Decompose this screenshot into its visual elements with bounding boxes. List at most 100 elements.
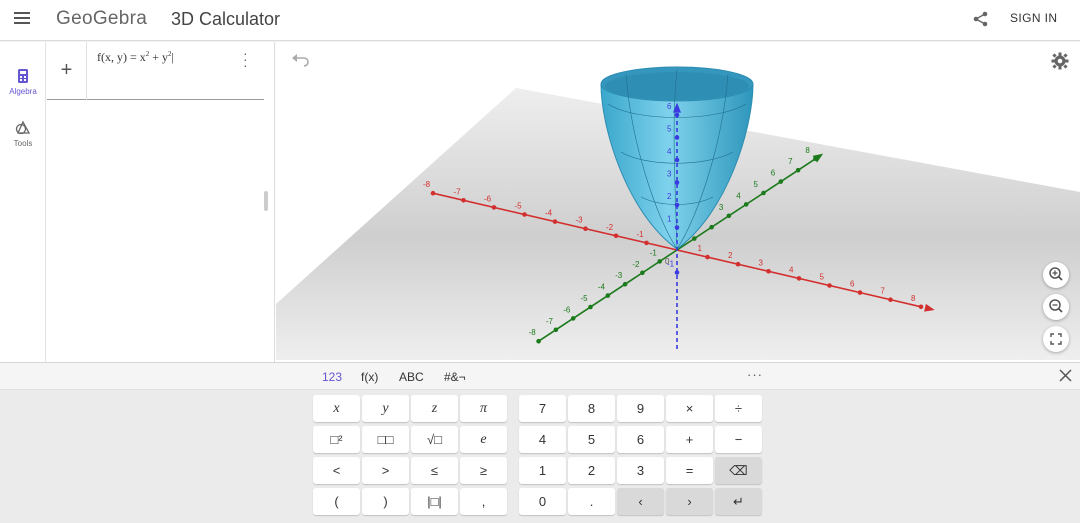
- expression-prefix: f(x, y) = x: [97, 50, 146, 64]
- x-axis-tick-dot: [461, 198, 466, 203]
- key-open-paren[interactable]: (: [313, 488, 360, 515]
- rail-item-tools[interactable]: Tools: [0, 120, 46, 148]
- tools-icon: [15, 120, 31, 135]
- x-axis-tick-label: 1: [698, 244, 703, 253]
- keyboard-tab-abc[interactable]: ABC: [399, 370, 424, 384]
- key-multiply[interactable]: ×: [666, 395, 713, 422]
- z-axis-tick-dot: [674, 135, 680, 140]
- key-2[interactable]: 2: [568, 457, 615, 484]
- key-abs[interactable]: |□|: [411, 488, 458, 515]
- key-less-equal[interactable]: ≤: [411, 457, 458, 484]
- keyboard-more-button[interactable]: ···: [747, 367, 763, 382]
- y-axis-tick-dot: [761, 190, 766, 196]
- zoom-out-icon: [1049, 299, 1063, 313]
- x-axis-tick-dot: [705, 254, 710, 260]
- y-axis-tick-label: 6: [771, 169, 776, 178]
- y-axis-tick-dot: [640, 270, 645, 276]
- key-decimal[interactable]: .: [568, 488, 615, 515]
- key-pi[interactable]: π: [460, 395, 507, 422]
- undo-icon[interactable]: [291, 54, 309, 68]
- backspace-key[interactable]: ⌫: [715, 457, 762, 484]
- panel-resize-handle[interactable]: [264, 191, 268, 211]
- key-sqrt[interactable]: √□: [411, 426, 458, 453]
- virtual-keyboard: x y z π 7 8 9 × ÷ □² □□ √□ e 4 5 6 + − <…: [0, 390, 1080, 523]
- zoom-in-button[interactable]: [1043, 262, 1069, 288]
- zoom-out-button[interactable]: [1043, 294, 1069, 320]
- keyboard-tab-functions[interactable]: f(x): [361, 370, 378, 384]
- x-axis-tick-dot: [918, 304, 924, 310]
- calculator-icon: [18, 69, 28, 83]
- key-9[interactable]: 9: [617, 395, 664, 422]
- key-z[interactable]: z: [411, 395, 458, 422]
- rail-item-algebra[interactable]: Algebra: [0, 68, 46, 96]
- settings-gear-icon[interactable]: [1051, 52, 1069, 70]
- y-axis-tick-dot: [726, 213, 732, 219]
- key-comma[interactable]: ,: [460, 488, 507, 515]
- key-equals[interactable]: =: [666, 457, 713, 484]
- sign-in-button[interactable]: SIGN IN: [1010, 11, 1057, 25]
- key-less-than[interactable]: <: [313, 457, 360, 484]
- z-axis-tick-label: 5: [667, 125, 672, 134]
- z-axis-tick-label: 3: [667, 170, 672, 179]
- y-axis-tick-dot: [813, 156, 818, 162]
- x-axis-tick-label: -3: [576, 216, 584, 225]
- graphics-3d-view[interactable]: -8 -7 -6 -5 -4 -3 -2 -1 1 2 3 4 5 6 7 8 -8 -7 -6 -5 -4 -3 -2 -1…: [276, 42, 1080, 362]
- geogebra-logo[interactable]: GeoGebra: [56, 8, 147, 30]
- x-axis-tick-label: -5: [515, 202, 523, 211]
- key-4[interactable]: 4: [519, 426, 566, 453]
- key-6[interactable]: 6: [617, 426, 664, 453]
- x-axis-tick-label: -1: [637, 230, 645, 239]
- key-greater-equal[interactable]: ≥: [460, 457, 507, 484]
- x-axis-tick-label: -7: [454, 187, 462, 196]
- algebra-input-row[interactable]: + f(x, y) = x2 + y2| · · ·: [47, 42, 264, 100]
- menu-icon[interactable]: [14, 12, 30, 26]
- key-5[interactable]: 5: [568, 426, 615, 453]
- key-power[interactable]: □□: [362, 426, 409, 453]
- z-axis-tick-dot: [674, 157, 680, 163]
- key-3[interactable]: 3: [617, 457, 664, 484]
- key-greater-than[interactable]: >: [362, 457, 409, 484]
- z-axis-tick-dot: [674, 180, 680, 185]
- keyboard-tab-symbols[interactable]: #&¬: [444, 370, 466, 384]
- x-axis-tick-label: -6: [484, 194, 492, 203]
- 3d-scene[interactable]: -8 -7 -6 -5 -4 -3 -2 -1 1 2 3 4 5 6 7 8 -8 -7 -6 -5 -4 -3 -2 -1…: [276, 42, 1080, 362]
- key-right-arrow[interactable]: ›: [666, 488, 713, 515]
- y-axis-tick-label: -5: [581, 294, 589, 303]
- key-7[interactable]: 7: [519, 395, 566, 422]
- keyboard-tab-bar: 123 f(x) ABC #&¬ ···: [0, 362, 1080, 390]
- zoom-in-icon: [1049, 267, 1063, 281]
- key-x[interactable]: x: [313, 395, 360, 422]
- close-icon[interactable]: [1059, 369, 1072, 382]
- key-left-arrow[interactable]: ‹: [617, 488, 664, 515]
- y-axis-tick-dot: [605, 293, 611, 298]
- y-axis-tick-label: -2: [632, 260, 640, 269]
- x-axis-tick-label: 5: [820, 273, 825, 282]
- key-divide[interactable]: ÷: [715, 395, 762, 422]
- key-close-paren[interactable]: ): [362, 488, 409, 515]
- z-axis-tick-label: 1: [667, 215, 672, 224]
- y-axis-tick-label: 4: [736, 191, 741, 200]
- key-e[interactable]: e: [460, 426, 507, 453]
- key-1[interactable]: 1: [519, 457, 566, 484]
- key-y[interactable]: y: [362, 395, 409, 422]
- key-8[interactable]: 8: [568, 395, 615, 422]
- y-axis-tick-dot: [622, 281, 628, 287]
- x-axis-tick-dot: [644, 240, 649, 246]
- y-axis-tick-label: -8: [529, 328, 537, 337]
- more-options-icon[interactable]: · · ·: [243, 46, 248, 72]
- y-axis-tick-label: -1: [650, 248, 658, 257]
- key-plus[interactable]: +: [666, 426, 713, 453]
- enter-key[interactable]: ↵: [715, 488, 762, 515]
- x-axis-tick-label: -2: [606, 223, 614, 232]
- key-square[interactable]: □²: [313, 426, 360, 453]
- share-icon[interactable]: [972, 10, 990, 28]
- y-axis-tick-label: -3: [615, 271, 623, 280]
- fullscreen-icon: [1050, 333, 1062, 345]
- keyboard-tab-123[interactable]: 123: [322, 370, 342, 384]
- key-minus[interactable]: −: [715, 426, 762, 453]
- fullscreen-button[interactable]: [1043, 326, 1069, 352]
- algebra-expression[interactable]: f(x, y) = x2 + y2|: [97, 50, 174, 65]
- key-0[interactable]: 0: [519, 488, 566, 515]
- x-axis-tick-label: 8: [911, 294, 916, 303]
- add-item-button[interactable]: +: [47, 42, 87, 100]
